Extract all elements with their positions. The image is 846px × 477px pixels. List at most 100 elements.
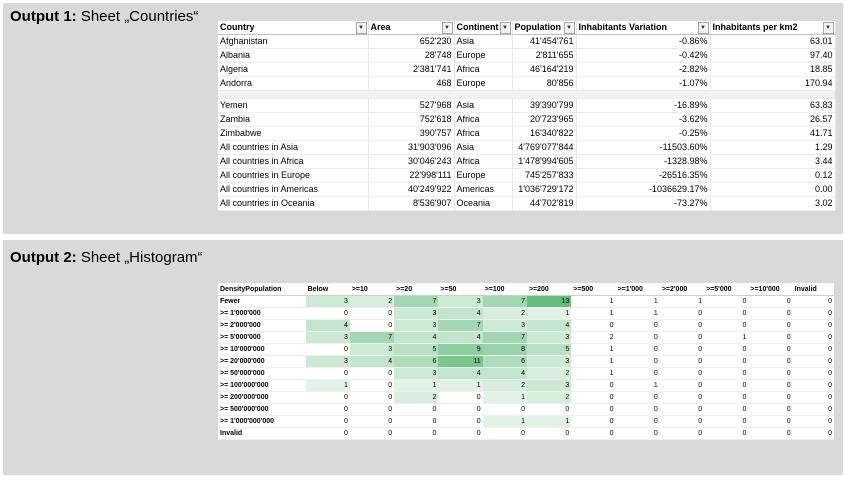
histogram-cell[interactable]: 1: [659, 295, 705, 308]
histogram-cell[interactable]: 4: [438, 307, 483, 320]
histogram-cell[interactable]: 3: [526, 355, 572, 368]
histogram-column-header[interactable]: >=200: [526, 283, 572, 296]
table-cell[interactable]: Albania: [218, 48, 369, 63]
histogram-column-header[interactable]: >=100: [482, 283, 527, 296]
histogram-cell[interactable]: 1: [615, 307, 660, 320]
histogram-cell[interactable]: 0: [349, 379, 395, 392]
histogram-cell[interactable]: 6: [482, 355, 527, 368]
table-cell[interactable]: Zambia: [218, 112, 369, 127]
histogram-cell[interactable]: 1: [394, 379, 439, 392]
table-cell[interactable]: Africa: [454, 62, 513, 77]
histogram-cell[interactable]: 0: [748, 295, 793, 308]
table-cell[interactable]: 63.83: [710, 98, 836, 113]
table-cell[interactable]: Oceania: [454, 196, 513, 211]
table-cell[interactable]: 46'164'219: [512, 62, 577, 77]
histogram-cell[interactable]: 0: [748, 343, 793, 356]
histogram-cell[interactable]: 0: [659, 379, 705, 392]
histogram-cell[interactable]: 7: [482, 331, 527, 344]
histogram-column-header[interactable]: >=50: [438, 283, 483, 296]
table-cell[interactable]: 527'968: [368, 98, 455, 113]
histogram-cell[interactable]: 0: [792, 355, 834, 368]
table-cell[interactable]: 468: [368, 76, 455, 91]
table-cell[interactable]: Asia: [454, 34, 513, 49]
histogram-cell[interactable]: 0: [704, 355, 749, 368]
histogram-cell[interactable]: 0: [571, 427, 616, 440]
histogram-cell[interactable]: 0: [659, 343, 705, 356]
histogram-cell[interactable]: 7: [438, 319, 483, 332]
histogram-cell[interactable]: 0: [704, 391, 749, 404]
histogram-row-label[interactable]: >= 2'000'000: [218, 319, 306, 332]
table-cell[interactable]: 22'998'111: [368, 168, 455, 183]
table-cell[interactable]: 2'381'741: [368, 62, 455, 77]
histogram-cell[interactable]: 2: [394, 391, 439, 404]
histogram-cell[interactable]: 3: [394, 367, 439, 380]
table-cell[interactable]: -0.42%: [576, 48, 711, 63]
histogram-cell[interactable]: 0: [748, 307, 793, 320]
histogram-cell[interactable]: 0: [482, 403, 527, 416]
histogram-cell[interactable]: 8: [482, 343, 527, 356]
table-cell[interactable]: 752'618: [368, 112, 455, 127]
histogram-cell[interactable]: 0: [438, 403, 483, 416]
column-header[interactable]: Inhabitants per km2 ▼: [710, 21, 836, 35]
histogram-cell[interactable]: 2: [482, 379, 527, 392]
histogram-cell[interactable]: 3: [305, 295, 350, 308]
table-cell[interactable]: -0.86%: [576, 34, 711, 49]
table-cell[interactable]: Asia: [454, 98, 513, 113]
histogram-column-header[interactable]: Invalid: [792, 283, 834, 296]
histogram-cell[interactable]: 0: [659, 319, 705, 332]
table-cell[interactable]: Europe: [454, 168, 513, 183]
histogram-cell[interactable]: 0: [704, 367, 749, 380]
table-cell[interactable]: 80'856: [512, 76, 577, 91]
histogram-cell[interactable]: 0: [305, 391, 350, 404]
histogram-cell[interactable]: 4: [394, 331, 439, 344]
histogram-cell[interactable]: 3: [482, 319, 527, 332]
histogram-cell[interactable]: 0: [748, 319, 793, 332]
histogram-cell[interactable]: 0: [704, 427, 749, 440]
table-cell[interactable]: -16.89%: [576, 98, 711, 113]
histogram-cell[interactable]: 0: [659, 367, 705, 380]
histogram-cell[interactable]: 0: [792, 427, 834, 440]
table-cell[interactable]: -1036629.17%: [576, 182, 711, 197]
histogram-cell[interactable]: 0: [394, 427, 439, 440]
histogram-cell[interactable]: 7: [349, 331, 395, 344]
histogram-cell[interactable]: 4: [305, 319, 350, 332]
histogram-cell[interactable]: 0: [305, 367, 350, 380]
histogram-cell[interactable]: 4: [482, 367, 527, 380]
histogram-cell[interactable]: 0: [349, 391, 395, 404]
histogram-cell[interactable]: 0: [571, 379, 616, 392]
histogram-cell[interactable]: 0: [349, 367, 395, 380]
histogram-cell[interactable]: 3: [526, 379, 572, 392]
table-cell[interactable]: 63.01: [710, 34, 836, 49]
filter-dropdown-icon[interactable]: ▼: [697, 22, 709, 34]
table-cell[interactable]: 0.00: [710, 182, 836, 197]
histogram-cell[interactable]: 1: [571, 355, 616, 368]
histogram-cell[interactable]: 4: [438, 331, 483, 344]
histogram-cell[interactable]: 13: [526, 295, 572, 308]
histogram-cell[interactable]: 7: [482, 295, 527, 308]
histogram-cell[interactable]: 1: [704, 331, 749, 344]
histogram-cell[interactable]: 0: [526, 427, 572, 440]
table-cell[interactable]: 3.02: [710, 196, 836, 211]
histogram-column-header[interactable]: >=500: [571, 283, 616, 296]
histogram-cell[interactable]: 1: [571, 295, 616, 308]
histogram-cell[interactable]: 9: [438, 343, 483, 356]
histogram-cell[interactable]: 0: [792, 391, 834, 404]
table-cell[interactable]: -73.27%: [576, 196, 711, 211]
column-header[interactable]: Country ▼: [218, 21, 369, 35]
table-cell[interactable]: 41.71: [710, 126, 836, 141]
histogram-cell[interactable]: 0: [748, 415, 793, 428]
histogram-cell[interactable]: 3: [305, 331, 350, 344]
histogram-cell[interactable]: 5: [526, 343, 572, 356]
histogram-cell[interactable]: 0: [305, 343, 350, 356]
table-cell[interactable]: 20'723'965: [512, 112, 577, 127]
column-header[interactable]: Continent ▼: [454, 21, 513, 35]
histogram-cell[interactable]: 0: [659, 307, 705, 320]
histogram-cell[interactable]: 0: [704, 319, 749, 332]
histogram-column-header[interactable]: >=1'000: [615, 283, 660, 296]
table-cell[interactable]: All countries in Oceania: [218, 196, 369, 211]
histogram-column-header[interactable]: >=2'000: [659, 283, 705, 296]
histogram-cell[interactable]: 0: [792, 403, 834, 416]
column-header[interactable]: Population ▼: [512, 21, 577, 35]
histogram-column-header[interactable]: >=10'000: [748, 283, 793, 296]
table-cell[interactable]: Africa: [454, 112, 513, 127]
